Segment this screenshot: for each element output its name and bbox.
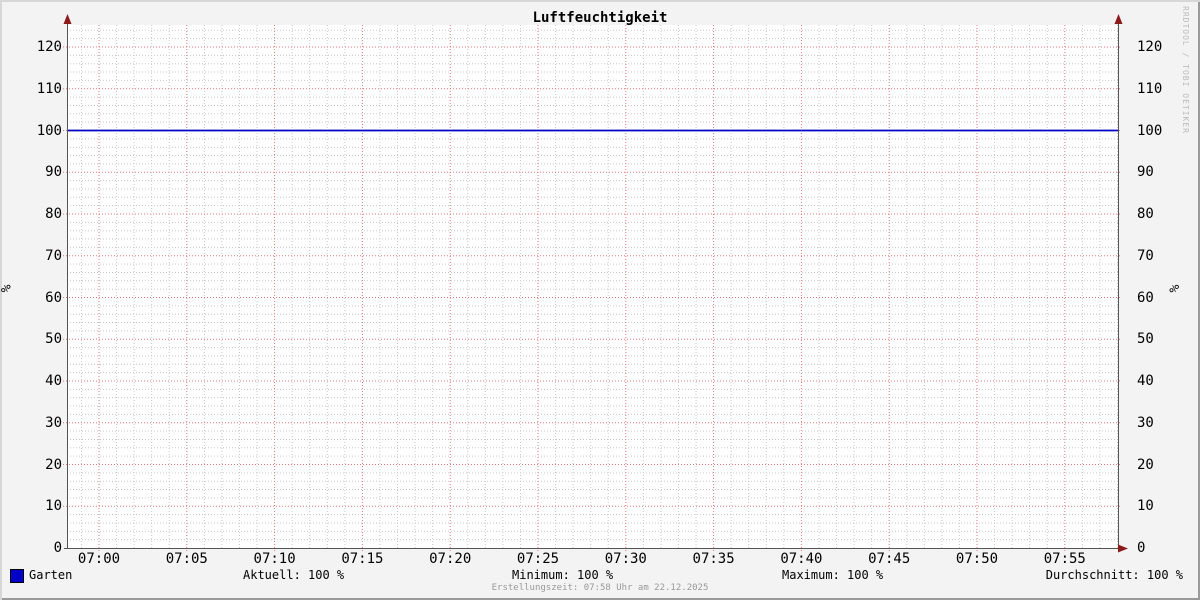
y-tick-label-left: 50 (45, 331, 62, 348)
y-axis-unit-left: % (0, 284, 15, 293)
y-tick-label-left: 40 (45, 373, 62, 389)
x-tick-label: 07:10 (253, 551, 296, 567)
x-tick-label: 07:25 (516, 551, 560, 567)
rrdtool-watermark: RRDTOOL / TOBI OETIKER (1181, 6, 1190, 134)
y-tick-label-right: 10 (1137, 498, 1154, 515)
plot-area (63, 14, 1128, 553)
y-tick-label-left: 30 (45, 414, 62, 431)
y-tick-label-left: 70 (45, 247, 62, 264)
y-tick-label-left: 110 (36, 80, 62, 97)
series-label: Garten (29, 568, 73, 582)
y-tick-label-right: 40 (1137, 373, 1154, 389)
stat-average: Durchschnitt: 100 % (1045, 568, 1183, 582)
y-tick-label-right: 70 (1137, 247, 1154, 264)
stat-maximum: Maximum: 100 % (782, 568, 884, 582)
y-tick-label-left: 90 (45, 164, 62, 181)
x-tick-label: 07:05 (165, 551, 208, 567)
y-tick-label-right: 60 (1137, 289, 1154, 306)
y-tick-label-right: 120 (1137, 39, 1163, 55)
y-tick-label-right: 0 (1137, 540, 1146, 556)
y-tick-label-left: 0 (53, 540, 62, 556)
x-tick-label: 07:35 (692, 551, 735, 567)
y-tick-label-left: 100 (36, 122, 62, 139)
y-tick-label-left: 10 (45, 498, 62, 515)
rrdtool-graph: Luftfeuchtigkeit % % 0 10 20 30 40 50 60 70 80 90… (0, 0, 1200, 600)
creation-time-text: Erstellungszeit: 07:58 Uhr am 22.12.2025 (491, 583, 709, 593)
y-tick-label-right: 50 (1137, 331, 1154, 348)
stat-minimum: Minimum: 100 % (512, 568, 614, 582)
y-tick-label-left: 20 (45, 456, 62, 473)
y-tick-label-right: 20 (1137, 456, 1154, 473)
y-tick-label-left: 80 (45, 206, 62, 222)
stat-current: Aktuell: 100 % (243, 568, 345, 582)
y-tick-label-left: 60 (45, 289, 62, 306)
chart-title: Luftfeuchtigkeit (532, 10, 668, 26)
x-tick-label: 07:55 (1043, 551, 1086, 567)
series-color-swatch (10, 569, 24, 583)
y-tick-label-right: 110 (1137, 80, 1163, 97)
y-tick-label-right: 80 (1137, 206, 1154, 222)
x-tick-label: 07:45 (868, 551, 911, 567)
x-tick-label: 07:30 (604, 551, 647, 567)
x-tick-label: 07:20 (429, 551, 472, 567)
x-tick-label: 07:40 (780, 551, 823, 567)
y-tick-label-right: 100 (1137, 122, 1163, 139)
y-tick-label-right: 90 (1137, 164, 1154, 181)
x-tick-label: 07:15 (341, 551, 384, 567)
y-axis-unit-right: % (1165, 284, 1181, 293)
legend-row: Garten Aktuell: 100 % Minimum: 100 % Max… (0, 568, 1200, 583)
x-tick-label: 07:50 (955, 551, 999, 567)
y-tick-label-right: 30 (1137, 414, 1154, 431)
y-tick-label-left: 120 (36, 39, 62, 55)
x-tick-label: 07:00 (77, 551, 121, 567)
